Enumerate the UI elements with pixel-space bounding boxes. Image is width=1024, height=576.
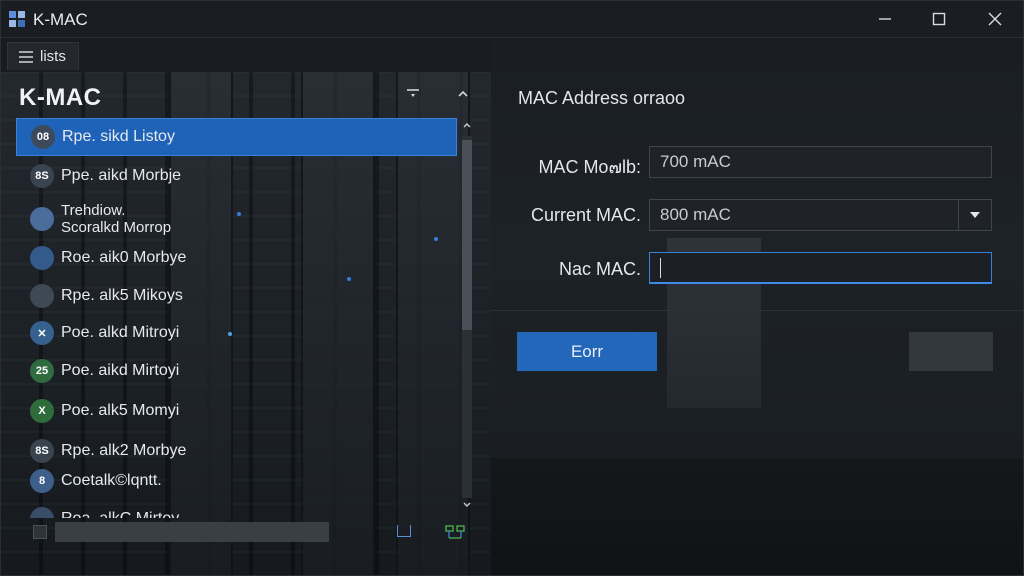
adapter-list[interactable]: 08 Rpe. sikd Listoy 8S Ppe. aikd Morbje Treh…	[16, 118, 457, 518]
maximize-button[interactable]	[913, 1, 965, 37]
filter-button[interactable]	[403, 86, 423, 106]
list-item-label: Ppe. aikd Morbje	[61, 167, 182, 184]
maximize-icon	[932, 12, 946, 26]
minimize-icon	[879, 18, 891, 20]
apply-button[interactable]: Eorr	[517, 332, 657, 371]
icon-badge: 25	[35, 365, 49, 377]
icon-badge: ✕	[37, 327, 47, 340]
list-footer	[31, 521, 471, 543]
new-mac-input[interactable]	[649, 252, 992, 284]
list-item[interactable]: Trehdiow. Scoralkd Morrop	[16, 196, 457, 242]
minimize-button[interactable]	[859, 1, 911, 37]
list-item[interactable]: 8 Coetalk©lqntt.	[16, 462, 457, 500]
mac-model-value: 700 mAC	[660, 152, 731, 171]
collapse-button[interactable]	[453, 86, 473, 106]
close-icon	[988, 12, 1002, 26]
icon-badge: X	[38, 405, 46, 417]
title-bar[interactable]: K-MAC	[1, 1, 1023, 38]
expand-icon[interactable]	[397, 525, 411, 537]
list-item-label: Trehdiow. Scoralkd Morrop	[61, 202, 171, 236]
list-icon	[19, 50, 33, 63]
current-mac-select[interactable]: 800 mAC	[649, 199, 992, 231]
current-mac-value: 800 mAC	[660, 205, 731, 224]
new-mac-label: Nac MAC.	[558, 259, 641, 279]
scroll-thumb[interactable]	[462, 140, 472, 330]
chevron-up-icon	[458, 90, 468, 97]
list-item[interactable]: 8S Ppe. aikd Morbje	[16, 157, 457, 195]
network-adapter-icon: 8S	[30, 439, 54, 463]
icon-badge: 8S	[35, 170, 49, 182]
tab-label: lists	[40, 48, 66, 65]
icon-badge: 08	[36, 131, 50, 143]
network-adapter-icon	[30, 284, 54, 308]
current-mac-label: Current MAC.	[530, 205, 641, 225]
window-title: K-MAC	[33, 10, 88, 29]
icon-badge: 8	[38, 475, 46, 487]
dropdown-button[interactable]	[958, 200, 991, 230]
network-adapter-icon	[30, 507, 54, 518]
network-adapter-icon: 25	[30, 359, 54, 383]
list-title: K-MAC	[19, 84, 102, 111]
network-adapter-icon	[30, 246, 54, 270]
tab-strip: lists	[1, 38, 491, 72]
list-item-label-line1: Trehdiow.	[61, 202, 126, 219]
list-item[interactable]: Roa. alkC Mirtoy	[16, 500, 457, 518]
tab-lists[interactable]: lists	[7, 42, 79, 70]
list-item[interactable]: 08 Rpe. sikd Listoy	[16, 118, 457, 156]
list-item-label: Roe. aik0 Morbye	[61, 249, 187, 266]
chevron-up-icon	[463, 123, 471, 128]
select-all-checkbox[interactable]	[33, 525, 47, 539]
secondary-button[interactable]	[909, 332, 993, 371]
background-floor	[491, 458, 1023, 575]
network-adapter-icon: 8S	[30, 164, 54, 188]
horizontal-scrollbar[interactable]	[55, 522, 329, 542]
list-item-label: Rpe. alk2 Morbye	[61, 442, 187, 459]
network-adapter-icon: 08	[31, 125, 55, 149]
list-item[interactable]: ✕ Poe. alkd Mitroyi	[16, 314, 457, 352]
shield-icon	[30, 207, 54, 231]
list-item[interactable]: 25 Poe. aikd Mirtoyi	[16, 352, 457, 390]
scroll-up-arrow[interactable]	[459, 120, 475, 136]
list-item-label: Rpe. sikd Listoy	[62, 128, 175, 145]
chevron-down-icon	[970, 212, 980, 218]
list-item[interactable]: Roe. aik0 Morbye	[16, 239, 457, 277]
icon-badge: 8S	[35, 445, 49, 457]
list-scrollbar[interactable]	[459, 118, 475, 516]
list-item[interactable]: Rpe. alk5 Mikoys	[16, 277, 457, 315]
network-status-icon[interactable]	[445, 523, 465, 541]
mac-model-label: MAC Mo๗lb:	[538, 157, 641, 177]
list-item-label: Poe. alk5 Momyi	[61, 402, 180, 419]
app-window: K-MAC lists K-MAC 08 Rpe. sikd Listoy 8S…	[0, 0, 1024, 576]
network-adapter-icon: 8	[30, 469, 54, 493]
list-item-label-line2: Scoralkd Morrop	[61, 219, 172, 236]
section-title: MAC Address orraoo	[518, 88, 686, 108]
form-divider	[491, 310, 1023, 311]
list-item-label: Coetalk©lqntt.	[61, 472, 162, 489]
list-item-label: Roa. alkC Mirtoy	[61, 510, 179, 518]
list-item-label: Poe. alkd Mitroyi	[61, 324, 180, 341]
filter-icon	[407, 89, 419, 97]
text-caret	[660, 257, 661, 278]
adapter-list-pane: K-MAC 08 Rpe. sikd Listoy 8S Ppe. aikd Morb…	[1, 72, 491, 575]
mac-model-field[interactable]: 700 mAC	[649, 146, 992, 178]
scroll-down-arrow[interactable]	[459, 500, 475, 516]
close-button[interactable]	[969, 1, 1021, 37]
network-adapter-icon: X	[30, 399, 54, 423]
list-item-label: Poe. aikd Mirtoyi	[61, 362, 180, 379]
app-logo-icon	[9, 11, 25, 27]
list-header: K-MAC	[1, 72, 491, 118]
network-adapter-icon: ✕	[30, 321, 54, 345]
mac-settings-pane: MAC Address orraoo MAC Mo๗lb: 700 mAC Cu…	[491, 38, 1023, 575]
list-item[interactable]: X Poe. alk5 Momyi	[16, 392, 457, 430]
chevron-down-icon	[463, 502, 471, 507]
list-item-label: Rpe. alk5 Mikoys	[61, 287, 183, 304]
